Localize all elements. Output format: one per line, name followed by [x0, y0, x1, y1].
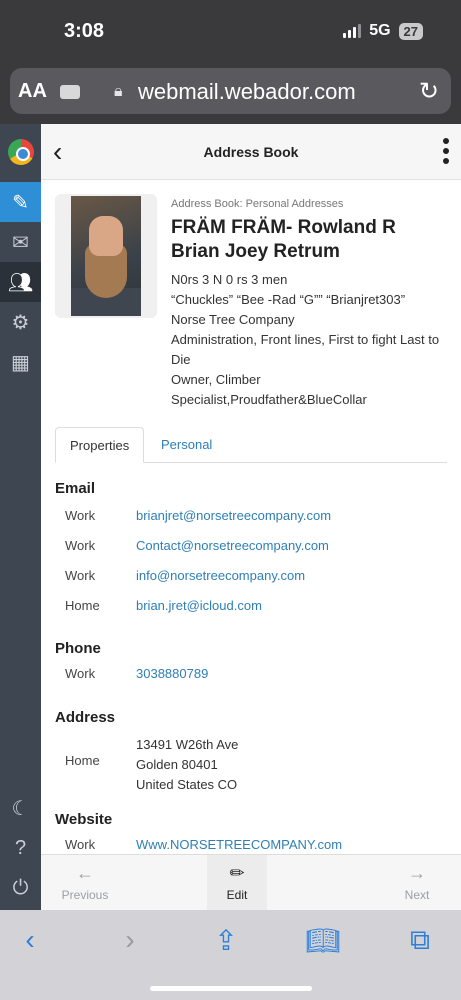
next-label: Next: [404, 888, 430, 902]
ios-status-bar: 3:08 5G 27: [0, 0, 461, 62]
previous-label: Previous: [61, 888, 109, 902]
contact-detail: Die: [171, 352, 191, 367]
bookmarks-icon[interactable]: 📖︎: [303, 922, 343, 958]
extension-icon[interactable]: [60, 85, 80, 99]
browser-forward-icon[interactable]: ›: [110, 922, 150, 958]
email-link[interactable]: Contact@norsetreecompany.com: [136, 538, 329, 553]
email-type-label: Home: [65, 598, 100, 613]
contact-name: FRÄM FRÄM- Rowland R Brian Joey Retrum: [171, 216, 455, 264]
section-title: Email: [55, 480, 96, 497]
signal-icon: [343, 24, 362, 38]
contact-tabs: Properties Personal: [55, 427, 447, 463]
compose-icon[interactable]: ✎: [0, 182, 41, 222]
address-line: United States CO: [136, 777, 238, 792]
section-title: Website: [55, 811, 113, 828]
contact-detail: Specialist,Proudfather&BlueCollar: [171, 392, 367, 407]
address-section: Address Home 13491 W26th Ave Golden 8040…: [55, 709, 447, 792]
section-title: Address: [55, 709, 116, 726]
share-icon[interactable]: ⇪: [206, 922, 246, 958]
home-indicator: [150, 986, 312, 991]
battery-icon: 27: [398, 22, 423, 40]
email-type-label: Work: [65, 568, 96, 583]
website-type-label: Work: [65, 837, 96, 852]
contact-toolbar: ← Previous ✏︎ Edit → Next: [41, 854, 461, 911]
address-type-label: Home: [65, 753, 100, 768]
tab-properties[interactable]: Properties: [55, 427, 145, 463]
tab-personal[interactable]: Personal: [147, 427, 226, 463]
next-button[interactable]: → Next: [373, 855, 461, 911]
dark-mode-icon[interactable]: ☾: [0, 788, 41, 828]
edit-label: Edit: [226, 888, 248, 902]
contact-detail: Administration, Front lines, First to fi…: [171, 332, 440, 347]
contact-info: Address Book: Personal Addresses FRÄM FR…: [171, 194, 455, 410]
contact-name-line2: Brian Joey Retrum: [171, 241, 340, 262]
status-indicators: 5G 27: [343, 22, 423, 40]
pencil-icon: ✏︎: [229, 863, 245, 883]
logout-icon[interactable]: ⏻: [0, 868, 41, 908]
phone-type-label: Work: [65, 666, 96, 681]
safari-toolbar: ‹ › ⇪ 📖︎ ⧉: [0, 910, 461, 1000]
contact-detail: Norse Tree Company: [171, 312, 295, 327]
address-line: Golden 80401: [136, 757, 218, 772]
contact-detail: N0rs 3 N 0 rs 3 men: [171, 272, 288, 287]
contact-detail: “Chuckles” “Bee -Rad “G”” “Brianjret303”: [171, 292, 406, 307]
phone-link[interactable]: 3038880789: [136, 666, 208, 681]
address-value: 13491 W26th Ave Golden 80401 United Stat…: [136, 735, 238, 795]
app-logo-icon[interactable]: [0, 132, 41, 172]
app-sidebar: ✎ ✉ 👥︎ ⚙ ▦ ☾ ? ⏻: [0, 124, 41, 910]
website-section: Website Work Www.NORSETREECOMPANY.com: [55, 811, 447, 852]
email-link[interactable]: brian.jret@icloud.com: [136, 598, 262, 613]
website-link[interactable]: Www.NORSETREECOMPANY.com: [136, 837, 342, 852]
contact-name-line1: FRÄM FRÄM- Rowland R: [171, 217, 396, 238]
contacts-icon[interactable]: 👥︎: [0, 262, 41, 302]
email-type-label: Work: [65, 508, 96, 523]
phone-section: Phone Work 3038880789: [55, 640, 447, 681]
browser-back-icon[interactable]: ‹: [10, 922, 50, 958]
browser-address-area: AA 🔒︎ webmail.webador.com ↻: [0, 62, 461, 124]
more-options-icon[interactable]: [443, 138, 449, 168]
edit-button[interactable]: ✏︎ Edit: [207, 855, 267, 911]
url-bar[interactable]: AA 🔒︎ webmail.webador.com ↻: [10, 68, 451, 114]
page-title: Address Book: [203, 144, 299, 160]
email-section: Email Work brianjret@norsetreecompany.co…: [55, 480, 447, 613]
url-text[interactable]: webmail.webador.com: [138, 79, 356, 105]
section-title: Phone: [55, 640, 101, 657]
contact-detail: Owner, Climber: [171, 372, 261, 387]
apps-grid-icon[interactable]: ▦: [0, 342, 41, 382]
arrow-right-icon: →: [408, 863, 426, 883]
tabs-icon[interactable]: ⧉: [400, 922, 440, 958]
settings-icon[interactable]: ⚙: [0, 302, 41, 342]
reader-settings-button[interactable]: AA: [18, 80, 47, 103]
previous-button[interactable]: ← Previous: [41, 855, 129, 911]
address-book-source: Address Book: Personal Addresses: [171, 198, 344, 210]
network-label: 5G: [369, 22, 391, 39]
address-line: 13491 W26th Ave: [136, 737, 239, 752]
panel-header: ‹ Address Book: [41, 124, 461, 180]
contact-photo[interactable]: [55, 194, 157, 318]
mail-icon[interactable]: ✉: [0, 222, 41, 262]
email-link[interactable]: info@norsetreecompany.com: [136, 568, 305, 583]
reload-icon[interactable]: ↻: [419, 77, 439, 106]
lock-icon: 🔒︎: [114, 83, 123, 100]
status-time: 3:08: [64, 20, 105, 42]
contact-panel: ‹ Address Book Address Book: Personal Ad…: [41, 124, 461, 854]
email-link[interactable]: brianjret@norsetreecompany.com: [136, 508, 331, 523]
help-icon[interactable]: ?: [0, 828, 41, 868]
email-type-label: Work: [65, 538, 96, 553]
arrow-left-icon: ←: [76, 863, 94, 883]
